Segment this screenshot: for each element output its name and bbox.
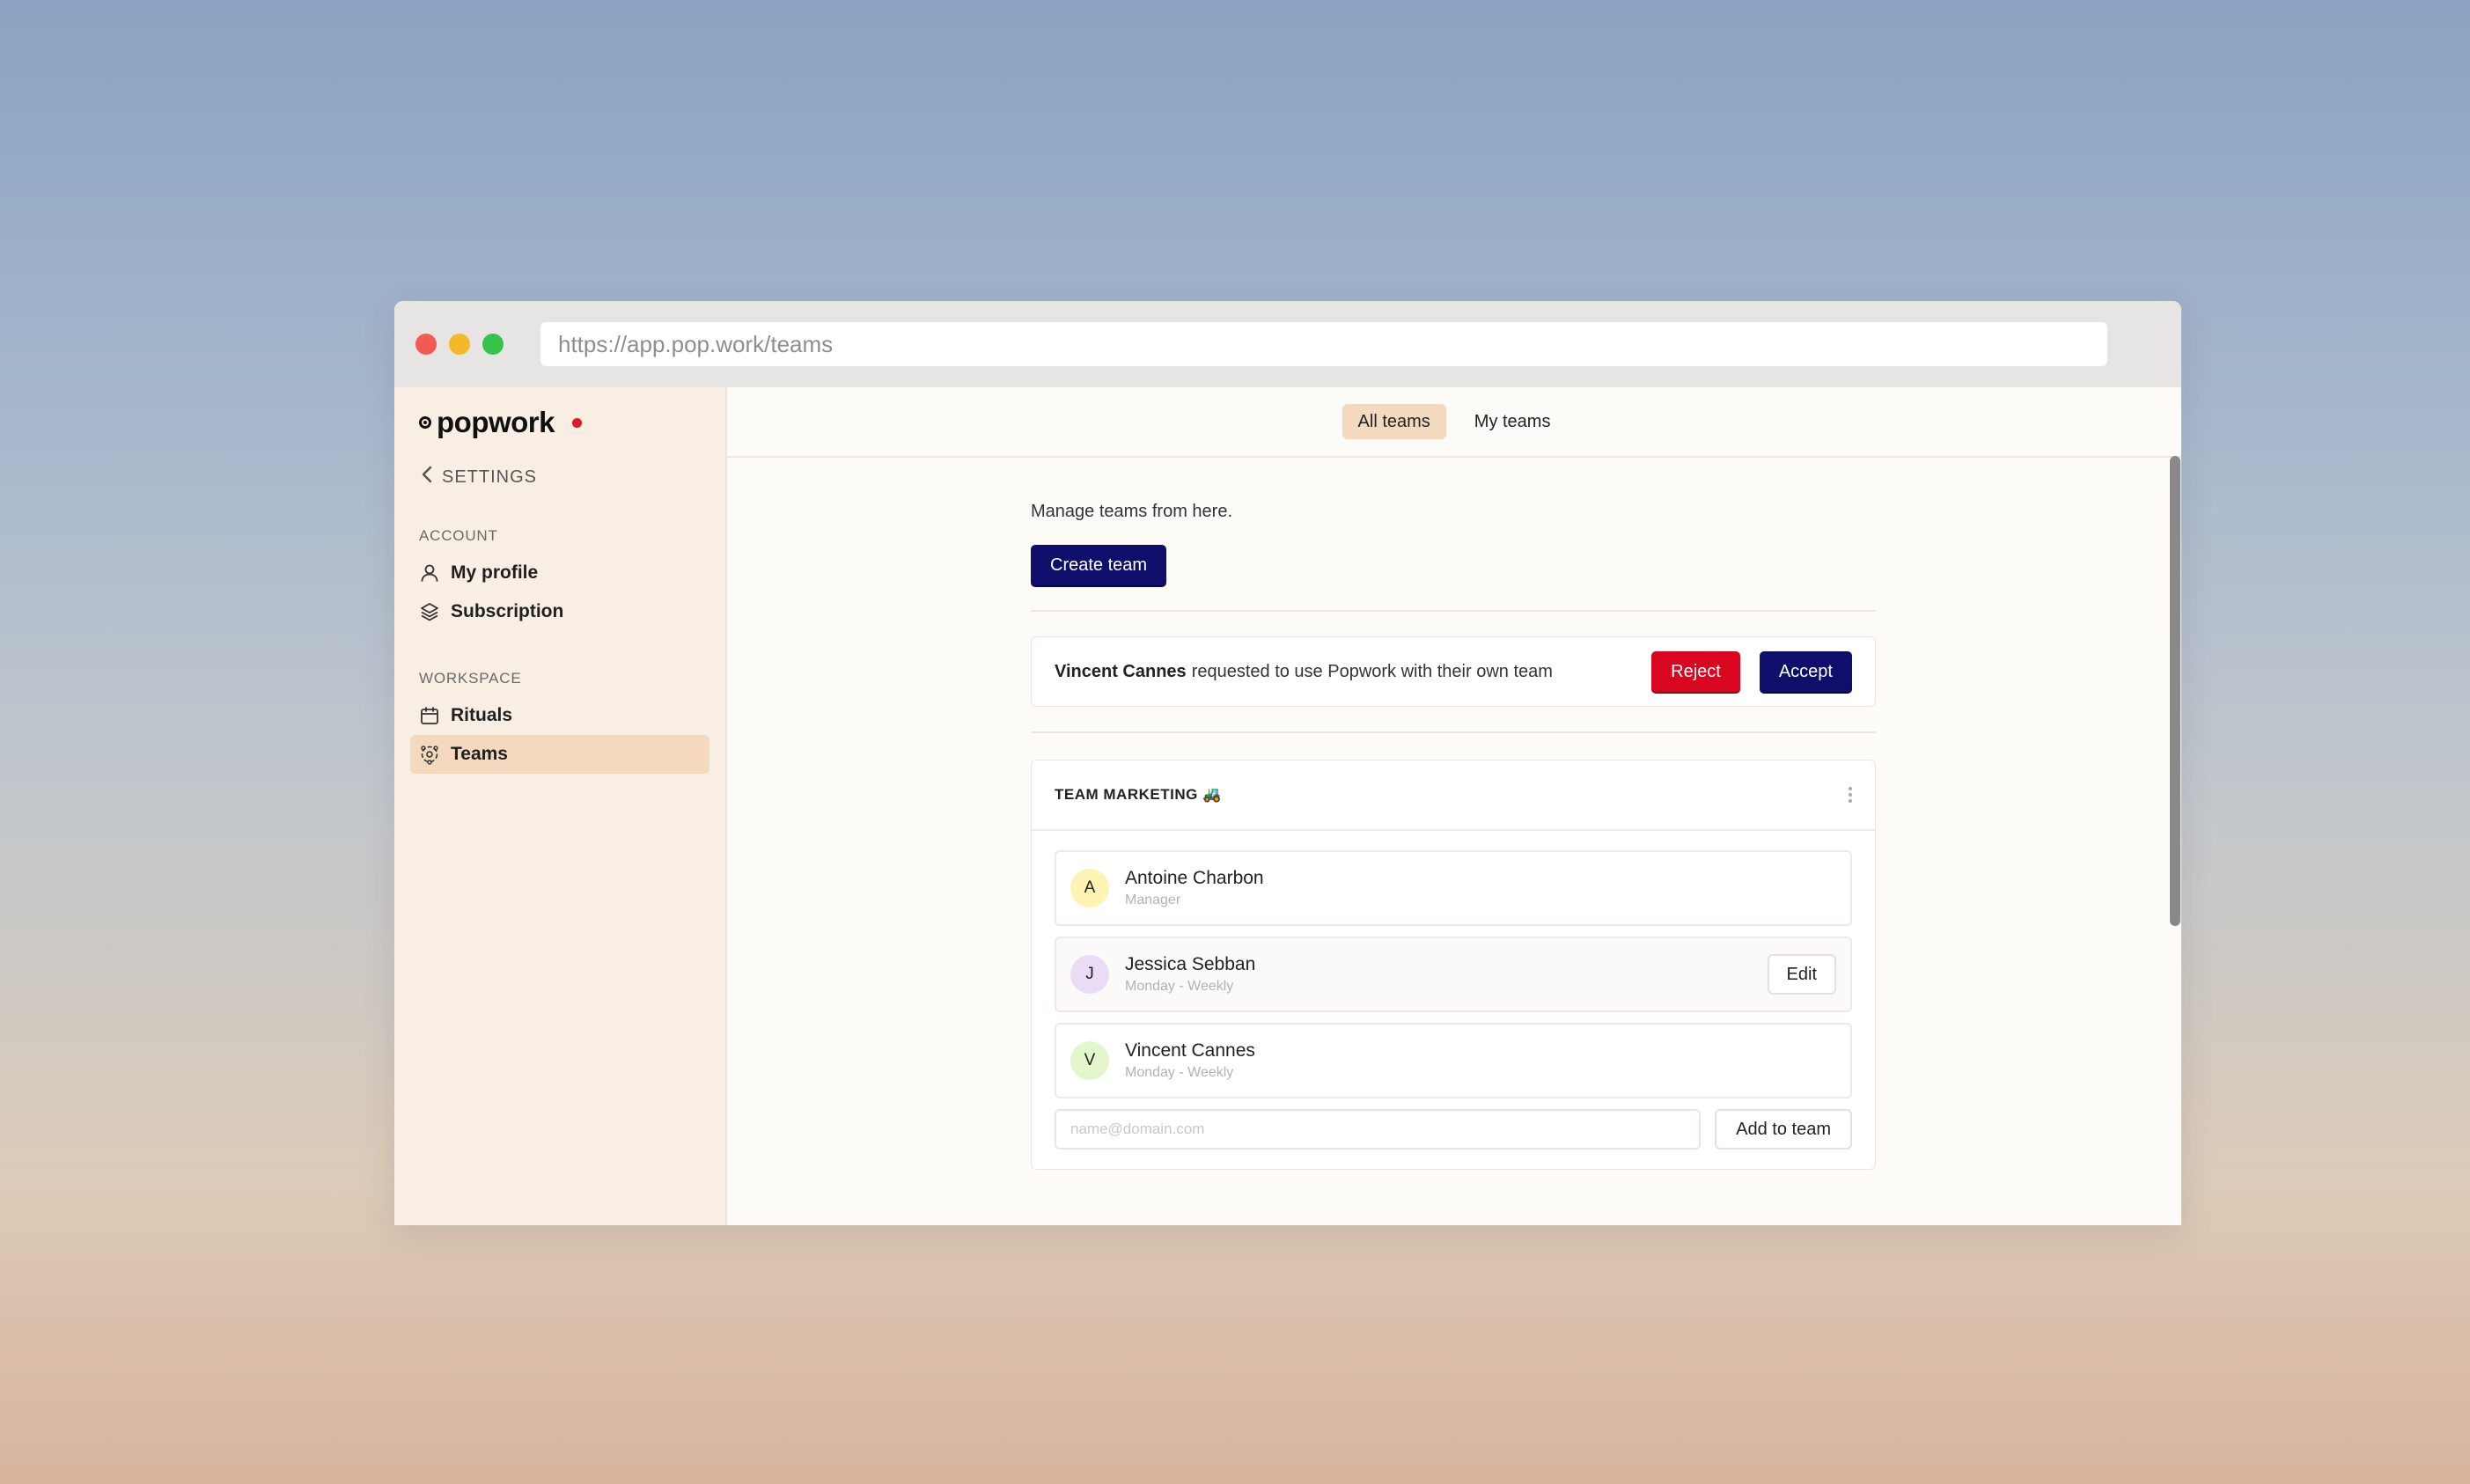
user-icon <box>419 562 440 584</box>
member-info: Antoine Charbon Manager <box>1125 868 1264 908</box>
member-name: Jessica Sebban <box>1125 954 1256 974</box>
notification-dot <box>572 417 582 428</box>
browser-titlebar: https://app.pop.work/teams <box>394 301 2181 387</box>
team-request-card: Vincent Cannes requested to use Popwork … <box>1031 636 1876 707</box>
scrollbar[interactable] <box>2169 456 2181 1225</box>
request-message: requested to use Popwork with their own … <box>1191 661 1553 681</box>
accept-button[interactable]: Accept <box>1759 651 1852 692</box>
tab-my-teams[interactable]: My teams <box>1459 404 1567 439</box>
sidebar-item-label: Subscription <box>451 601 564 621</box>
create-team-button[interactable]: Create team <box>1031 545 1167 585</box>
member-list: A Antoine Charbon Manager J Jessica Sebb… <box>1032 831 1875 1098</box>
member-role: Manager <box>1125 893 1181 907</box>
sidebar: popwork SETTINGS ACCOUNT My profile Subs… <box>394 387 727 1225</box>
tab-bar: All teams My teams <box>727 387 2181 458</box>
member-schedule: Monday - Weekly <box>1125 979 1234 994</box>
add-to-team-button[interactable]: Add to team <box>1715 1109 1852 1150</box>
close-window-button[interactable] <box>415 334 437 355</box>
back-to-settings-link[interactable]: SETTINGS <box>421 465 709 490</box>
teams-icon <box>419 744 440 765</box>
member-schedule: Monday - Weekly <box>1125 1065 1234 1080</box>
app-body: popwork SETTINGS ACCOUNT My profile Subs… <box>394 387 2181 1225</box>
sidebar-item-rituals[interactable]: Rituals <box>410 696 709 735</box>
list-item[interactable]: A Antoine Charbon Manager <box>1055 850 1852 926</box>
tab-all-teams[interactable]: All teams <box>1342 404 1446 439</box>
url-text: https://app.pop.work/teams <box>558 330 834 357</box>
sidebar-item-subscription[interactable]: Subscription <box>410 592 709 631</box>
member-info: Vincent Cannes Monday - Weekly <box>1125 1040 1255 1081</box>
logo-text: popwork <box>437 406 555 438</box>
sidebar-item-teams[interactable]: Teams <box>410 735 709 774</box>
logo-mark-icon <box>419 416 431 429</box>
avatar: A <box>1070 869 1109 907</box>
list-item[interactable]: V Vincent Cannes Monday - Weekly <box>1055 1023 1852 1098</box>
add-member-row: Add to team <box>1032 1109 1875 1150</box>
edit-member-button[interactable]: Edit <box>1767 954 1836 995</box>
team-card-header: TEAM MARKETING 🚜 <box>1032 760 1875 831</box>
main-content: All teams My teams Manage teams from her… <box>727 387 2181 1225</box>
section-label-workspace: WORKSPACE <box>419 670 522 687</box>
more-options-icon[interactable] <box>1849 787 1852 803</box>
divider <box>1031 610 1876 612</box>
section-label-account: ACCOUNT <box>419 527 498 544</box>
logo[interactable]: popwork <box>419 405 709 440</box>
sidebar-item-label: My profile <box>451 562 539 583</box>
sidebar-item-my-profile[interactable]: My profile <box>410 554 709 592</box>
avatar: V <box>1070 1041 1109 1080</box>
reject-button[interactable]: Reject <box>1651 651 1740 692</box>
back-label: SETTINGS <box>442 467 538 487</box>
team-name: TEAM MARKETING 🚜 <box>1055 786 1222 803</box>
requester-name: Vincent Cannes <box>1055 661 1187 681</box>
list-item[interactable]: J Jessica Sebban Monday - Weekly Edit <box>1055 937 1852 1012</box>
member-info: Jessica Sebban Monday - Weekly <box>1125 954 1255 995</box>
sidebar-item-label: Rituals <box>451 705 513 725</box>
email-field[interactable] <box>1055 1109 1702 1150</box>
member-name: Antoine Charbon <box>1125 868 1264 888</box>
team-card: TEAM MARKETING 🚜 A Antoine Charbon Manag… <box>1031 760 1876 1170</box>
page-description: Manage teams from here. <box>1031 502 1232 521</box>
member-name: Vincent Cannes <box>1125 1040 1255 1061</box>
avatar: J <box>1070 955 1109 994</box>
teams-content: Manage teams from here. Create team Vinc… <box>1031 502 1876 1170</box>
chevron-left-icon <box>421 465 433 490</box>
browser-window: https://app.pop.work/teams popwork SETTI… <box>394 301 2181 1225</box>
scrollbar-thumb[interactable] <box>2170 456 2180 926</box>
divider <box>1031 731 1876 733</box>
layers-icon <box>419 601 440 622</box>
calendar-icon <box>419 705 440 726</box>
maximize-window-button[interactable] <box>482 334 504 355</box>
minimize-window-button[interactable] <box>449 334 470 355</box>
url-bar[interactable]: https://app.pop.work/teams <box>540 322 2107 366</box>
sidebar-item-label: Teams <box>451 744 508 764</box>
